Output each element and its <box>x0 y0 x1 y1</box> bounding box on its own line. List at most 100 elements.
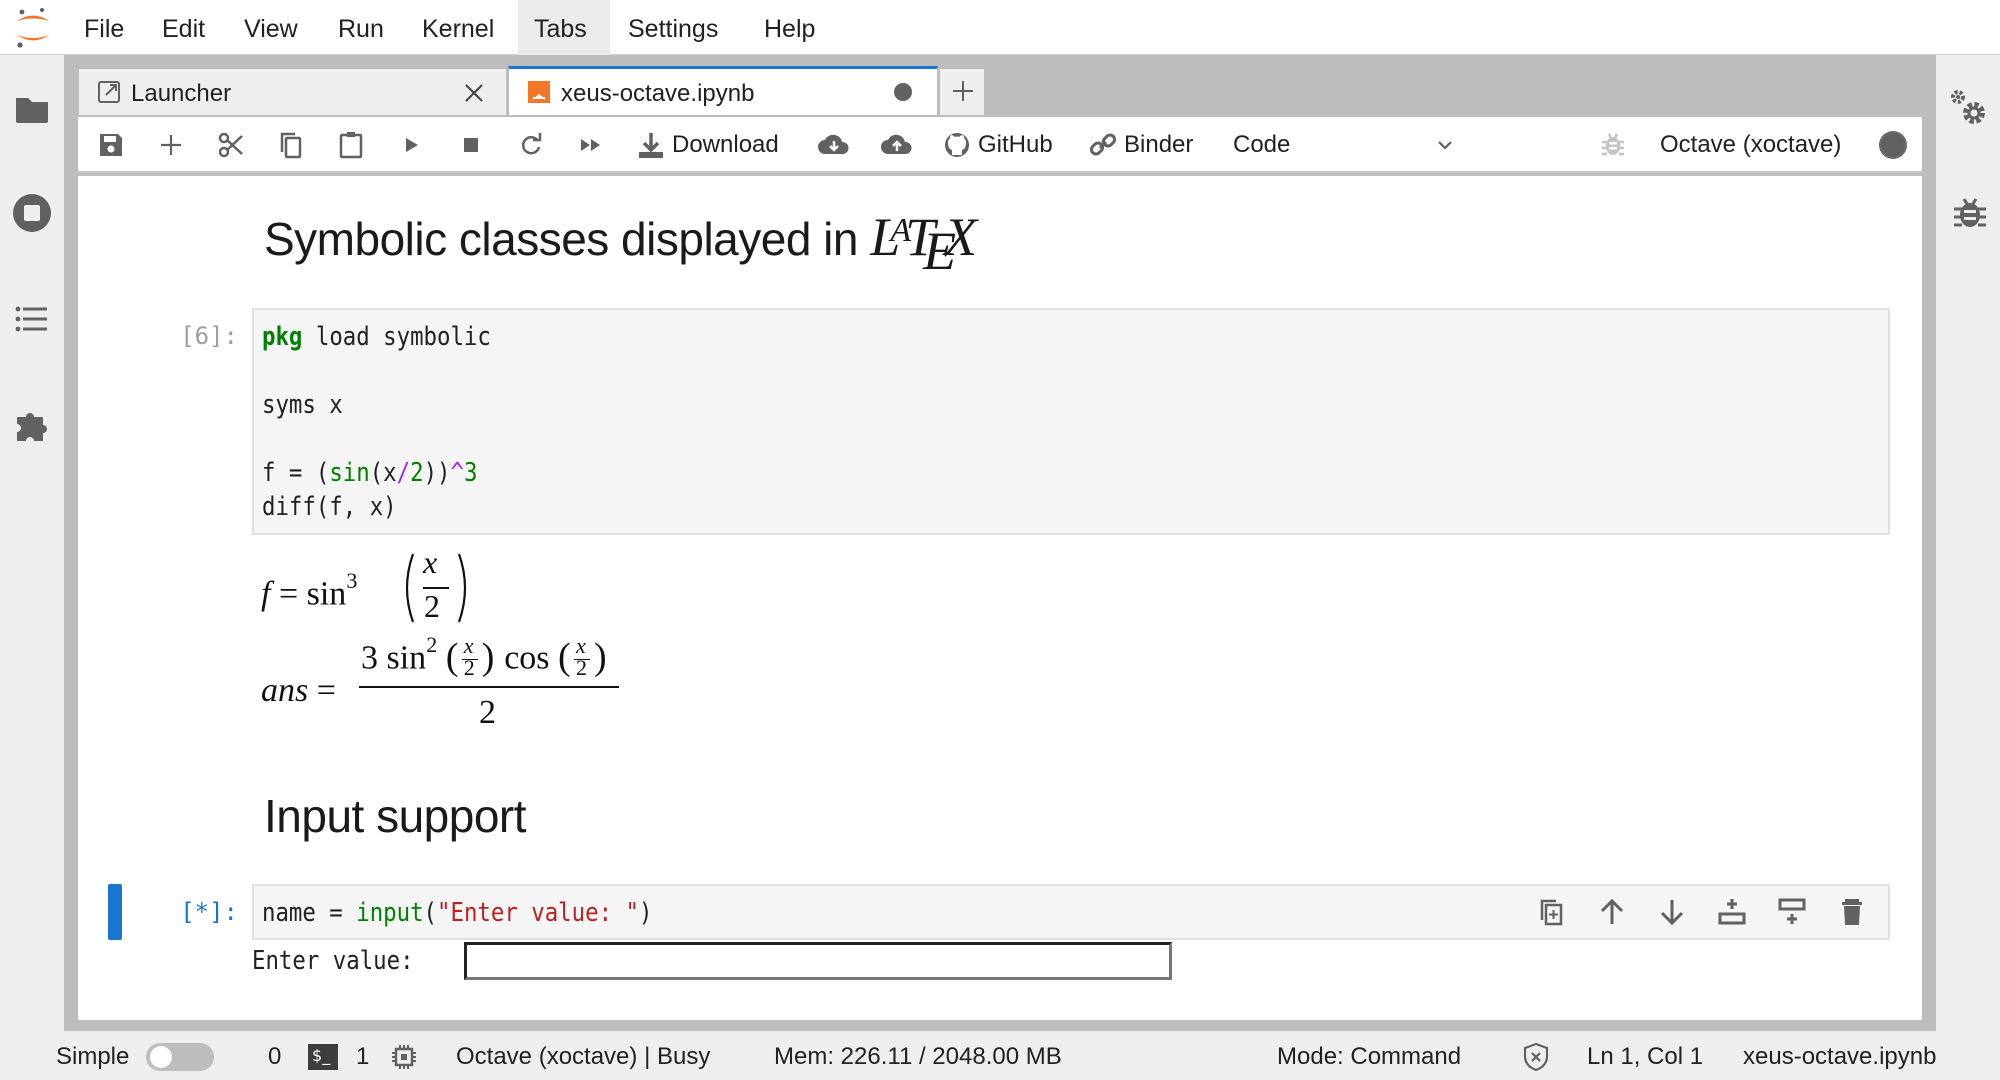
cell-type-dropdown[interactable]: Code <box>1233 117 1473 173</box>
copy-icon <box>280 132 302 159</box>
cut-button[interactable] <box>216 117 246 173</box>
cursor-position[interactable]: Ln 1, Col 1 <box>1587 1043 1703 1071</box>
cpu-chip-icon[interactable] <box>390 1043 418 1071</box>
code-keyword: pkg <box>262 322 303 352</box>
left-sidebar <box>0 55 64 1030</box>
kernel-name: Octave (xoctave) <box>1660 131 1842 158</box>
code-content: name = input("Enter value: ") <box>262 898 653 928</box>
paste-button[interactable] <box>336 117 366 173</box>
simple-mode-label: Simple <box>56 1043 130 1070</box>
tab-label: xeus-octave.ipynb <box>561 80 755 107</box>
clipboard-icon <box>339 132 363 159</box>
save-button[interactable] <box>96 117 126 173</box>
markdown-heading-input-support: Input support <box>264 790 527 842</box>
menu-bar: File Edit View Run Kernel Tabs Settings … <box>0 0 2000 55</box>
property-inspector-gears-icon[interactable] <box>1950 89 1990 129</box>
run-button[interactable] <box>396 117 426 173</box>
trust-shield-icon[interactable] <box>1522 1042 1550 1072</box>
markdown-heading-symbolic: Symbolic classes displayed in LATEX <box>264 206 1007 281</box>
download-button[interactable]: Download <box>636 117 779 173</box>
interrupt-button[interactable] <box>456 117 486 173</box>
jupyter-logo-icon <box>12 6 54 50</box>
refresh-icon <box>521 133 542 155</box>
save-icon <box>100 134 122 156</box>
github-label: GitHub <box>978 131 1053 158</box>
extension-puzzle-icon[interactable] <box>12 405 52 445</box>
insert-above-icon[interactable] <box>1716 896 1748 928</box>
current-filename: xeus-octave.ipynb <box>1743 1043 1937 1070</box>
link-icon <box>1089 133 1117 156</box>
play-icon <box>406 138 418 152</box>
restart-button[interactable] <box>516 117 546 173</box>
active-cell-indicator <box>108 884 122 940</box>
kernels-count[interactable]: 1 <box>356 1043 369 1071</box>
menu-help[interactable]: Help <box>748 0 831 55</box>
chevron-down-icon <box>1438 141 1452 150</box>
plus-icon <box>161 135 181 155</box>
github-button[interactable]: GitHub <box>942 117 1053 173</box>
notebook-icon <box>527 80 551 104</box>
folder-icon[interactable] <box>12 89 52 129</box>
menu-run[interactable]: Run <box>322 0 400 55</box>
cell-toolbar <box>1536 896 1868 928</box>
scissors-icon <box>218 132 243 158</box>
binder-label: Binder <box>1124 131 1194 158</box>
move-up-icon[interactable] <box>1596 896 1628 928</box>
cloud-download-icon <box>818 134 849 154</box>
terminal-icon[interactable]: $_ <box>308 1044 338 1070</box>
duplicate-cell-icon[interactable] <box>1536 896 1568 928</box>
editor-mode: Mode: Command <box>1277 1043 1462 1070</box>
notebook-panel: Symbolic classes displayed in LATEX [6]:… <box>78 176 1922 1020</box>
toggle-knob <box>150 1046 172 1068</box>
delete-cell-icon[interactable] <box>1836 896 1868 928</box>
menu-edit[interactable]: Edit <box>146 0 221 55</box>
cloud-download-button[interactable] <box>817 117 851 173</box>
heading-text: Symbolic classes displayed in <box>264 213 859 265</box>
cloud-upload-icon <box>881 134 912 154</box>
tab-launcher[interactable]: Launcher <box>78 68 507 116</box>
latex-logo: LATEX <box>870 207 977 281</box>
code-cell-editor[interactable]: pkg load symbolic syms x f = (sin(x/2))^… <box>252 308 1890 535</box>
tab-xeus-octave-notebook[interactable]: xeus-octave.ipynb <box>508 66 938 116</box>
memory-usage: Mem: 226.11 / 2048.00 MB <box>774 1043 1062 1070</box>
stdin-prompt: Enter value: <box>252 946 414 976</box>
unsaved-dot-icon[interactable] <box>893 82 913 102</box>
stdin-input[interactable] <box>464 942 1172 980</box>
terminals-count[interactable]: 0 <box>268 1043 281 1071</box>
menu-settings[interactable]: Settings <box>612 0 734 55</box>
tab-label: Launcher <box>131 80 232 107</box>
cell-prompt-running: [*]: <box>180 898 238 926</box>
launcher-icon <box>97 80 121 104</box>
kernel-status-indicator <box>1878 117 1908 173</box>
running-stop-icon[interactable] <box>12 193 52 233</box>
move-down-icon[interactable] <box>1656 896 1688 928</box>
notebook-toolbar: Download GitHub Binder Code Octave (xoct… <box>78 117 1922 173</box>
simple-mode-toggle[interactable] <box>146 1043 214 1071</box>
restart-run-all-button[interactable] <box>576 117 606 173</box>
fast-forward-icon <box>581 139 600 151</box>
github-icon <box>945 133 969 157</box>
kernel-name-button[interactable]: Octave (xoctave) <box>1660 117 1841 173</box>
menu-view[interactable]: View <box>228 0 314 55</box>
status-bar: Simple 0 $_ 1 Octave (xoctave) | Busy Me… <box>0 1031 2000 1080</box>
insert-below-icon[interactable] <box>1776 896 1808 928</box>
download-icon <box>639 133 663 158</box>
table-of-contents-icon[interactable] <box>12 299 52 339</box>
menu-kernel[interactable]: Kernel <box>406 0 510 55</box>
close-icon[interactable] <box>462 81 486 105</box>
download-label: Download <box>672 131 779 158</box>
kernel-status-text[interactable]: Octave (xoctave) | Busy <box>456 1043 710 1071</box>
code-content: pkg load symbolic syms x f = (sin(x/2))^… <box>262 322 491 522</box>
copy-button[interactable] <box>276 117 306 173</box>
menu-tabs[interactable]: Tabs <box>518 0 610 55</box>
code-cell-editor-active[interactable]: name = input("Enter value: ") <box>252 884 1890 940</box>
binder-button[interactable]: Binder <box>1088 117 1193 173</box>
menu-file[interactable]: File <box>68 0 140 55</box>
bug-icon <box>1602 133 1624 156</box>
cloud-upload-button[interactable] <box>880 117 914 173</box>
debugger-bug-icon[interactable] <box>1950 193 1990 233</box>
insert-cell-button[interactable] <box>156 117 186 173</box>
cell-type-value: Code <box>1233 131 1291 158</box>
add-tab-button[interactable] <box>939 68 985 116</box>
debugger-toggle[interactable] <box>1598 117 1628 173</box>
